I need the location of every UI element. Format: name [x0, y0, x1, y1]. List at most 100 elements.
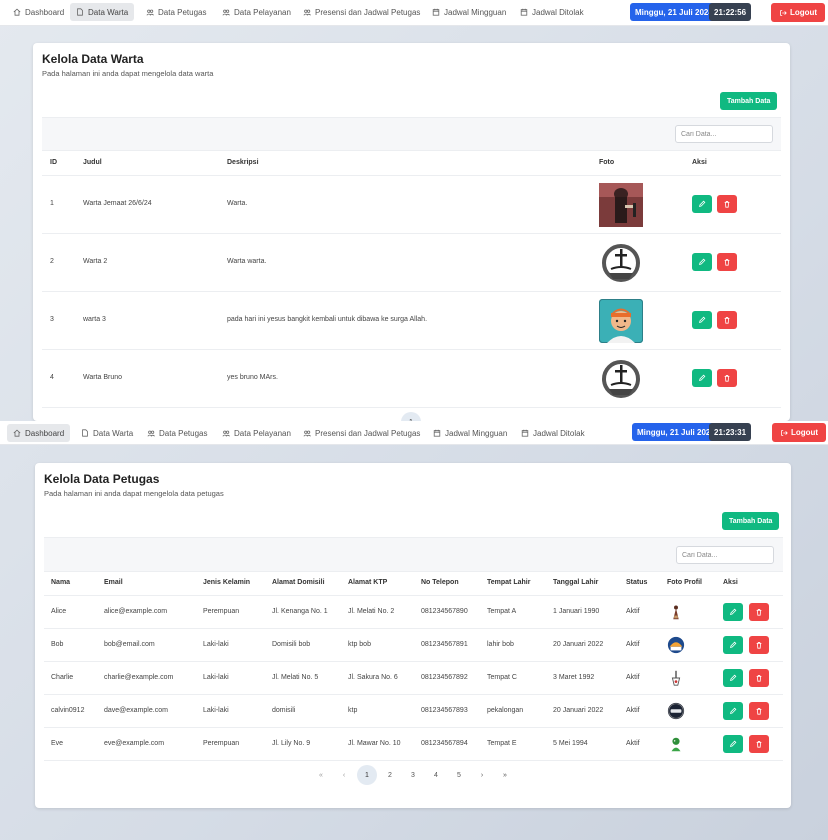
edit-button[interactable]: [723, 702, 743, 720]
edit-button[interactable]: [723, 636, 743, 654]
delete-button[interactable]: [749, 636, 769, 654]
cell-tempat: lahir bob: [487, 641, 514, 648]
delete-button[interactable]: [749, 702, 769, 720]
sketch-icon: [667, 669, 685, 689]
col-alamat-ktp: Alamat KTP: [348, 579, 388, 586]
cell-tempat: pekalongan: [487, 707, 524, 714]
next-page-button[interactable]: ›: [472, 765, 492, 785]
nav-label: Data Pelayanan: [234, 428, 291, 438]
nav-label: Presensi dan Jadwal Petugas: [315, 428, 421, 438]
green-figure-icon: [667, 735, 685, 755]
delete-button[interactable]: [717, 311, 737, 329]
logout-button[interactable]: Logout: [772, 423, 827, 442]
nav-presensi[interactable]: Presensi dan Jadwal Petugas: [297, 3, 426, 21]
nav-data-warta[interactable]: Data Warta: [70, 3, 135, 21]
page-subtitle: Pada halaman ini anda dapat mengelola da…: [42, 69, 214, 78]
nav-dashboard[interactable]: Dashboard: [7, 3, 70, 21]
pencil-icon: [699, 200, 706, 207]
cell-id: 2: [50, 258, 54, 265]
edit-button[interactable]: [692, 311, 712, 329]
nav-label: Data Warta: [88, 7, 129, 17]
cell-jk: Laki-laki: [203, 707, 229, 714]
col-judul: Judul: [83, 159, 102, 166]
cell-tempat: Tempat C: [487, 674, 517, 681]
cell-domisili: domisili: [272, 707, 296, 714]
search-input[interactable]: [676, 546, 774, 564]
add-data-button[interactable]: Tambah Data: [720, 92, 778, 110]
cell-ktp: ktp bob: [348, 641, 371, 648]
cell-nama: Charlie: [51, 674, 74, 681]
delete-button[interactable]: [717, 253, 737, 271]
prev-page-button[interactable]: ‹: [334, 765, 354, 785]
nav-label: Presensi dan Jadwal Petugas: [315, 7, 421, 17]
delete-button[interactable]: [749, 735, 769, 753]
nav-jadwal-ditolak[interactable]: Jadwal Ditolak: [515, 424, 591, 442]
nav-jadwal-mingguan[interactable]: Jadwal Mingguan: [426, 3, 512, 21]
logout-button[interactable]: Logout: [771, 3, 826, 22]
cell-status: Aktif: [626, 740, 640, 747]
page-5-button[interactable]: 5: [449, 765, 469, 785]
warta-photo: [599, 357, 643, 401]
trash-icon: [756, 675, 762, 682]
edit-button[interactable]: [723, 735, 743, 753]
page-2-button[interactable]: 2: [380, 765, 400, 785]
edit-button[interactable]: [723, 669, 743, 687]
edit-button[interactable]: [692, 253, 712, 271]
users-icon: [303, 9, 311, 16]
users-icon: [146, 9, 154, 16]
edit-button[interactable]: [692, 195, 712, 213]
edit-button[interactable]: [692, 369, 712, 387]
cell-nama: Alice: [51, 608, 67, 615]
trash-icon: [756, 609, 762, 616]
cell-tempat: Tempat A: [487, 608, 517, 615]
nav-label: Jadwal Mingguan: [444, 7, 507, 17]
page-1-button[interactable]: 1: [401, 412, 421, 421]
cell-ktp: ktp: [348, 707, 358, 714]
cell-ktp: Jl. Mawar No. 10: [348, 740, 401, 747]
nav-data-petugas[interactable]: Data Petugas: [140, 3, 212, 21]
cell-status: Aktif: [626, 641, 640, 648]
home-icon: [13, 429, 21, 437]
nav-jadwal-ditolak[interactable]: Jadwal Ditolak: [514, 3, 590, 21]
nav-jadwal-mingguan[interactable]: Jadwal Mingguan: [427, 424, 513, 442]
document-icon: [77, 8, 83, 16]
col-id: ID: [50, 159, 57, 166]
nav-data-warta[interactable]: Data Warta: [75, 424, 139, 442]
col-aksi: Aksi: [692, 159, 707, 166]
col-status: Status: [626, 579, 648, 586]
nav-data-pelayanan[interactable]: Data Pelayanan: [216, 424, 297, 442]
nav-data-pelayanan[interactable]: Data Pelayanan: [216, 3, 297, 21]
nav-data-petugas[interactable]: Data Petugas: [141, 424, 213, 442]
trash-icon: [724, 375, 730, 382]
nav-presensi[interactable]: Presensi dan Jadwal Petugas: [297, 424, 426, 442]
table-row: 4 Warta Bruno yes bruno MArs.: [42, 350, 781, 408]
delete-button[interactable]: [717, 369, 737, 387]
page-title: Kelola Data Warta: [42, 52, 144, 66]
table-header: Nama Email Jenis Kelamin Alamat Domisili…: [44, 571, 783, 596]
last-page-button[interactable]: »: [495, 765, 515, 785]
page-3-button[interactable]: 3: [403, 765, 423, 785]
date-badge: Minggu, 21 Juli 2024: [630, 3, 718, 21]
search-input[interactable]: [675, 125, 773, 143]
cell-id: 4: [50, 374, 54, 381]
delete-button[interactable]: [749, 669, 769, 687]
cell-deskripsi: yes bruno MArs.: [227, 374, 278, 381]
page-4-button[interactable]: 4: [426, 765, 446, 785]
time-badge: 21:22:56: [709, 3, 752, 21]
nav-dashboard[interactable]: Dashboard: [7, 424, 71, 442]
table-row: Eve eve@example.com Perempuan Jl. Lily No. …: [44, 728, 783, 761]
page-1-button[interactable]: 1: [357, 765, 377, 785]
col-foto: Foto: [599, 159, 615, 166]
delete-button[interactable]: [749, 603, 769, 621]
users-icon: [222, 9, 230, 16]
edit-button[interactable]: [723, 603, 743, 621]
cell-ktp: Jl. Melati No. 2: [348, 608, 395, 615]
cell-deskripsi: Warta warta.: [227, 258, 267, 265]
add-data-button[interactable]: Tambah Data: [722, 512, 780, 530]
users-icon: [303, 430, 311, 437]
calendar-icon: [432, 8, 440, 16]
cell-email: bob@email.com: [104, 641, 155, 648]
delete-button[interactable]: [717, 195, 737, 213]
first-page-button[interactable]: «: [311, 765, 331, 785]
warta-card: Kelola Data Warta Pada halaman ini anda …: [33, 43, 790, 421]
